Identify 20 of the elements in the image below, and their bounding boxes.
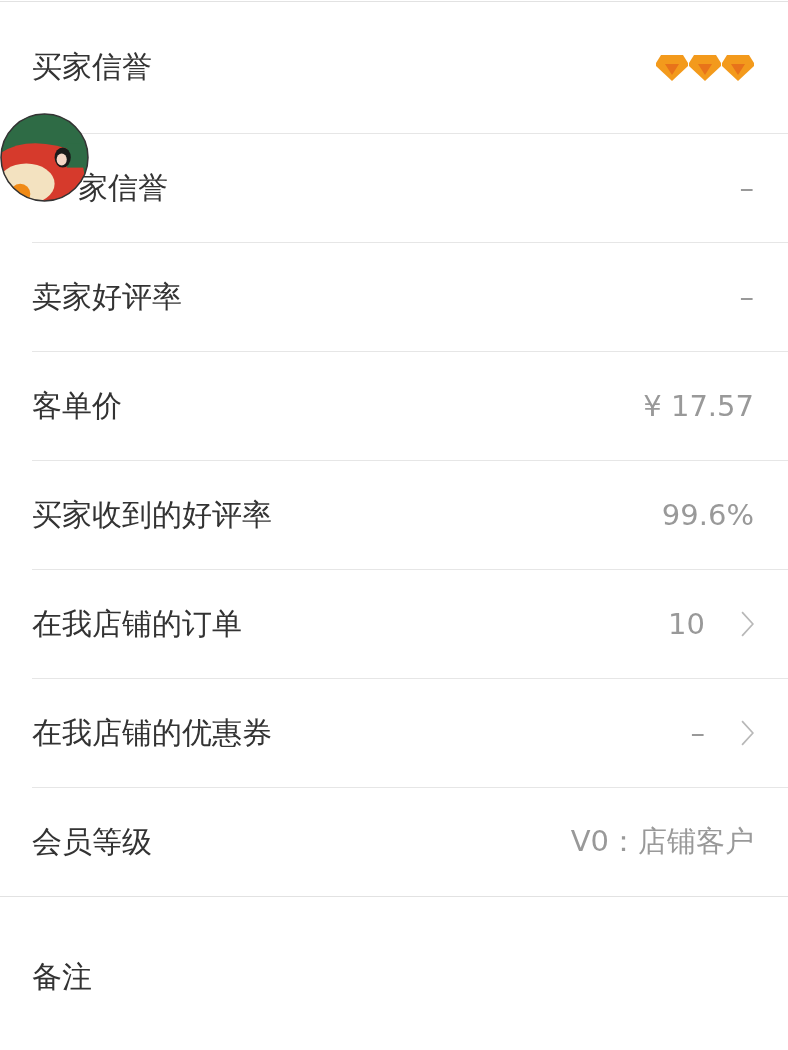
row-value: 99.6%: [661, 498, 754, 532]
row-label: 备注: [32, 957, 92, 996]
row-label: 买家信誉: [32, 48, 152, 86]
row-label: 在我店铺的优惠券: [32, 713, 272, 752]
row-value: –: [690, 716, 705, 750]
row-label: 买家收到的好评率: [32, 495, 272, 534]
diamond-icon: [689, 54, 721, 81]
chevron-right-icon: [741, 611, 754, 637]
chevron-right-icon: [741, 720, 754, 746]
row-label: 会员等级: [32, 822, 152, 861]
row-value: –: [739, 171, 754, 205]
row-label: 卖家好评率: [32, 277, 182, 316]
row-value: ¥ 17.57: [643, 389, 754, 423]
diamond-icon: [656, 54, 688, 81]
row-label: 客单价: [32, 386, 122, 425]
row-value: –: [739, 280, 754, 314]
row-value: 10: [668, 607, 705, 641]
row-value: V0：店铺客户: [570, 823, 754, 860]
row-label: 在我店铺的订单: [32, 604, 242, 643]
diamond-icon: [722, 54, 754, 81]
